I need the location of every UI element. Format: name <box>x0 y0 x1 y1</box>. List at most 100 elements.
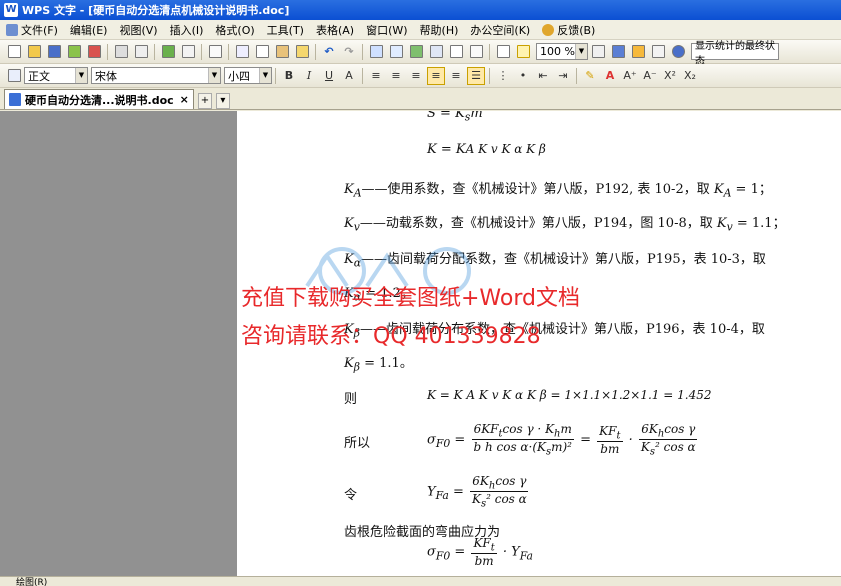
style-combo[interactable]: 正文 ▼ <box>24 67 88 84</box>
fraction-5: KFt bm <box>471 536 497 568</box>
show-hide-button[interactable] <box>467 43 485 61</box>
zoom-fit-button[interactable] <box>589 43 607 61</box>
drawing-menu-label[interactable]: 绘图(R) <box>16 577 47 586</box>
formula-s: S = Ksm <box>427 111 483 124</box>
export-button[interactable] <box>65 43 83 61</box>
new-tab-button[interactable]: + <box>197 93 212 109</box>
table-button[interactable] <box>427 43 445 61</box>
shrink-font-button[interactable]: A⁻ <box>641 67 659 85</box>
menu-table[interactable]: 表格(A) <box>310 21 360 39</box>
distribute-button[interactable]: ≡ <box>447 67 465 85</box>
increase-indent-button[interactable]: ⇥ <box>554 67 572 85</box>
menu-file[interactable]: 文件(F) <box>0 21 64 39</box>
print-button[interactable] <box>112 43 130 61</box>
highlight-button[interactable]: ✎ <box>581 67 599 85</box>
export-pdf-button[interactable] <box>85 43 103 61</box>
menu-format[interactable]: 格式(O) <box>209 21 260 39</box>
bullets-button[interactable]: • <box>514 67 532 85</box>
bold-button[interactable]: B <box>280 67 298 85</box>
document-map-button[interactable] <box>494 43 512 61</box>
align-right-button[interactable]: ≡ <box>407 67 425 85</box>
paragraph-ka-text: ——使用系数，查《机械设计》第八版，P192, 表 10-2，取 <box>361 182 710 197</box>
highlighter-icon: ✎ <box>585 69 595 82</box>
hyperlink-button[interactable] <box>367 43 385 61</box>
insert-button[interactable] <box>159 43 177 61</box>
superscript-button[interactable]: X² <box>661 67 679 85</box>
tab-list-button[interactable]: ▾ <box>215 93 230 109</box>
formula-button[interactable] <box>387 43 405 61</box>
picture-button[interactable] <box>407 43 425 61</box>
menu-help[interactable]: 帮助(H) <box>414 21 465 39</box>
menu-tools[interactable]: 工具(T) <box>261 21 310 39</box>
formula-s-text: S = K <box>427 111 465 121</box>
formula-k: K = KA K v K α K β <box>427 142 546 157</box>
font-size-value: 小四 <box>228 69 250 83</box>
align-left-button[interactable]: ≡ <box>367 67 385 85</box>
columns-button[interactable] <box>447 43 465 61</box>
fraction-1-den: b h cos α·(Ksm)² <box>473 440 572 458</box>
toolbar-separator <box>362 43 363 60</box>
formula-k-value: K = K A K v K α K β = 1×1.1×1.2×1.1 = 1.… <box>427 388 712 402</box>
menu-insert-label: 插入(I) <box>169 23 204 37</box>
italic-button[interactable]: I <box>300 67 318 85</box>
print-preview-button[interactable] <box>132 43 150 61</box>
overlay-line-2: 咨询请联系：QQ 401339828 <box>241 324 541 349</box>
font-color-button[interactable]: A <box>601 67 619 85</box>
undo-button[interactable]: ↶ <box>320 43 338 61</box>
revision-display-combo[interactable]: 显示统计的最终状态 <box>691 41 779 67</box>
document-tab[interactable]: 硬币自动分选清...说明书.doc × <box>4 89 194 109</box>
table-icon <box>429 45 443 58</box>
new-document-button[interactable] <box>5 43 23 61</box>
char-border-button[interactable]: A <box>340 67 358 85</box>
paragraph-ka: KA——使用系数，查《机械设计》第八版，P192, 表 10-2，取 KA = … <box>344 178 772 200</box>
styles-icon <box>7 69 21 82</box>
menu-feedback[interactable]: 反馈(B) <box>536 21 601 39</box>
fraction-3-den: Ks² cos α <box>640 440 696 458</box>
open-button[interactable] <box>25 43 43 61</box>
styles-pane-button[interactable] <box>5 67 23 85</box>
menu-office-space[interactable]: 办公空间(K) <box>464 21 536 39</box>
numbering-button[interactable]: ⋮ <box>494 67 512 85</box>
copy-button[interactable] <box>233 43 251 61</box>
subscript-button[interactable]: X₂ <box>681 67 699 85</box>
font-value: 宋体 <box>95 69 117 83</box>
line-spacing-button[interactable]: ☰ <box>467 66 485 85</box>
paste-button[interactable] <box>273 43 291 61</box>
format-painter-button[interactable] <box>293 43 311 61</box>
gallery-button[interactable] <box>629 43 647 61</box>
new-document-icon <box>7 45 21 58</box>
decrease-indent-button[interactable]: ⇤ <box>534 67 552 85</box>
spellcheck-button[interactable] <box>206 43 224 61</box>
menu-insert[interactable]: 插入(I) <box>164 21 210 39</box>
indent-button[interactable] <box>179 43 197 61</box>
kbeta-symbol-2: Kβ <box>344 356 360 374</box>
layout-button[interactable] <box>514 43 532 61</box>
close-tab-icon[interactable]: × <box>180 93 189 106</box>
underline-button[interactable]: U <box>320 67 338 85</box>
template-button[interactable] <box>609 43 627 61</box>
font-combo[interactable]: 宋体 ▼ <box>91 67 221 84</box>
align-center-button[interactable]: ≡ <box>387 67 405 85</box>
menu-view-label: 视图(V) <box>119 23 158 37</box>
menu-edit[interactable]: 编辑(E) <box>64 21 114 39</box>
fraction-4-num: 6Khcos γ <box>470 474 529 493</box>
save-button[interactable] <box>45 43 63 61</box>
justify-button[interactable]: ≡ <box>427 66 445 85</box>
zoom-combo[interactable]: 100 % ▼ <box>536 43 588 60</box>
standard-toolbar: ↶ ↷ 100 % ▼ 显示统计的最终状态 <box>0 40 841 67</box>
menu-window[interactable]: 窗口(W) <box>360 21 413 39</box>
cut-button[interactable] <box>253 43 271 61</box>
grow-font-button[interactable]: A⁺ <box>621 67 639 85</box>
increase-indent-icon: ⇥ <box>558 69 568 82</box>
paragraph-kv: Kv——动载系数，查《机械设计》第八版，P194，图 10-8，取 Kv = 1… <box>344 212 786 234</box>
toolbar-separator <box>489 43 490 60</box>
font-size-combo[interactable]: 小四 ▼ <box>224 67 272 84</box>
formula-sigma-2: σF0 = KFt bm · YFa <box>427 536 533 569</box>
sigma-sub: F0 <box>435 436 451 450</box>
help-button[interactable] <box>669 43 687 61</box>
clipart-button[interactable] <box>649 43 667 61</box>
indent-icon <box>181 45 195 58</box>
menu-view[interactable]: 视图(V) <box>113 21 163 39</box>
redo-button[interactable]: ↷ <box>340 43 358 61</box>
cut-icon <box>255 45 269 58</box>
